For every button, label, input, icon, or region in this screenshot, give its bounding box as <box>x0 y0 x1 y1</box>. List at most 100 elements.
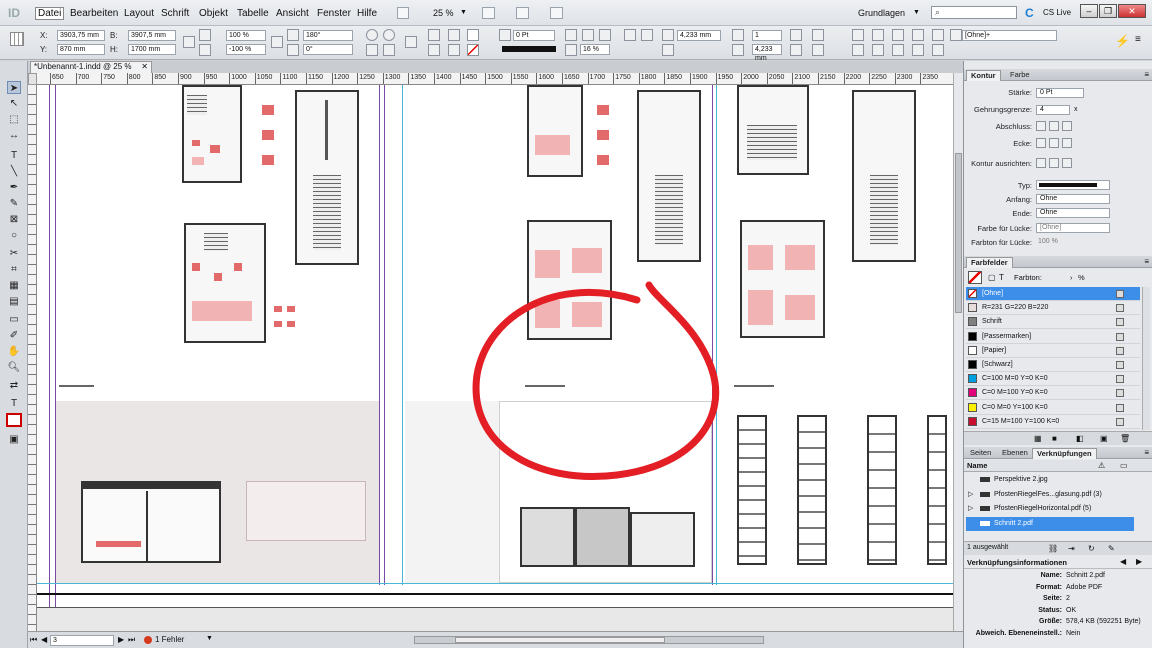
align-right-edges-icon[interactable] <box>932 29 944 41</box>
x-field[interactable]: 3903,75 mm <box>57 30 105 41</box>
gap-tint-value[interactable]: 100 % <box>1038 238 1058 245</box>
horizontal-ruler[interactable]: 650 700 750 800 850 900 950 1000 1050 1100 1150 120… <box>36 73 953 85</box>
swatch-item[interactable]: [Schwarz] <box>966 358 1140 372</box>
swatch-scrollbar[interactable] <box>1142 287 1150 430</box>
edit-original-icon[interactable]: ✎ <box>1108 544 1115 553</box>
tab-kontur[interactable]: Kontur <box>966 70 1001 81</box>
text-wrap-icon[interactable] <box>624 29 636 41</box>
y-field[interactable]: 870 mm <box>57 44 105 55</box>
trash-icon[interactable]: 🗑︎ <box>1120 434 1130 443</box>
tab-seiten[interactable]: Seiten <box>966 448 995 459</box>
gradient-feather-tool-icon[interactable]: ▤ <box>7 295 21 308</box>
swatch-item[interactable]: C=0 M=0 Y=100 K=0 <box>966 401 1140 415</box>
document-canvas[interactable] <box>37 85 953 631</box>
tab-verknuepfungen[interactable]: Verknüpfungen <box>1032 448 1097 459</box>
swatch-item[interactable]: Schrift <box>966 315 1140 330</box>
view-options-icon[interactable] <box>482 7 495 19</box>
swatch-item[interactable]: C=0 M=100 Y=0 K=0 <box>966 386 1140 401</box>
line-tool-icon[interactable]: ╲ <box>7 165 21 178</box>
scroll-thumb[interactable] <box>455 637 665 643</box>
chevron-down-icon[interactable]: ▼ <box>206 635 213 642</box>
fit-proportional-icon[interactable] <box>852 29 864 41</box>
direct-selection-tool-icon[interactable]: ↖ <box>7 97 21 110</box>
menu-fenster[interactable]: Fenster <box>317 8 351 19</box>
stroke-type-select[interactable] <box>1036 180 1110 190</box>
swatch-item[interactable]: [Ohne] <box>966 287 1140 301</box>
workspace-switcher[interactable]: Grundlagen <box>858 8 905 18</box>
cs-live-label[interactable]: CS Live <box>1043 8 1071 17</box>
panel-menu-icon[interactable]: ≡ <box>1144 257 1149 266</box>
scroll-thumb[interactable] <box>955 153 962 313</box>
align-left-edges-icon[interactable] <box>912 29 924 41</box>
tint-arrow-icon[interactable]: › <box>1070 273 1073 282</box>
align-stroke-inside-icon[interactable] <box>1049 158 1059 168</box>
zoom-tool-icon[interactable]: 🔍︎ <box>7 361 21 374</box>
chevron-down-icon[interactable]: ▼ <box>913 9 920 16</box>
page-tool-icon[interactable]: ⬚ <box>7 113 21 126</box>
show-gradient-swatches-icon[interactable]: ◧ <box>1076 434 1084 443</box>
center-content-icon[interactable] <box>892 29 904 41</box>
ruler-origin[interactable] <box>28 73 37 85</box>
rectangle-frame-tool-icon[interactable]: ⊠ <box>7 213 21 226</box>
flip-vertical-icon[interactable] <box>383 44 395 56</box>
menu-ansicht[interactable]: Ansicht <box>276 8 309 19</box>
menu-layout[interactable]: Layout <box>124 8 154 19</box>
fit-content-icon[interactable] <box>812 44 824 56</box>
stroke-icon[interactable] <box>448 44 460 56</box>
select-previous-icon[interactable] <box>428 29 440 41</box>
gutter-field[interactable]: 4,233 mm <box>752 44 782 62</box>
gap-field[interactable]: 4,233 mm <box>677 30 721 41</box>
align-center-icon[interactable] <box>790 44 802 56</box>
stroke-none-swatch[interactable] <box>467 44 479 56</box>
distribute-right-icon[interactable] <box>932 44 944 56</box>
page-number-field[interactable]: 3 <box>50 635 114 646</box>
show-color-swatches-icon[interactable]: ■ <box>1052 434 1057 443</box>
constrain-proportions-icon[interactable] <box>183 36 195 48</box>
close-button[interactable]: ✕ <box>1118 4 1146 18</box>
screen-mode-icon[interactable] <box>516 7 529 19</box>
next-link-icon[interactable]: ▶ <box>1136 557 1142 566</box>
lightning-icon[interactable]: ⚡ <box>1115 34 1130 48</box>
chevron-down-icon[interactable]: ▼ <box>460 9 467 16</box>
hand-tool-icon[interactable]: ✋ <box>7 345 21 358</box>
text-wrap-bbox-icon[interactable] <box>641 29 653 41</box>
search-input[interactable]: ⌕ <box>931 6 1017 19</box>
fx-icon[interactable] <box>599 29 611 41</box>
pen-tool-icon[interactable]: ✒ <box>7 181 21 194</box>
opacity-field[interactable]: 16 % <box>580 44 610 55</box>
relink-icon[interactable]: ⛓ <box>1048 544 1058 553</box>
align-stroke-outside-icon[interactable] <box>1062 158 1072 168</box>
free-transform-tool-icon[interactable]: ⌗ <box>7 263 21 276</box>
gradient-tool-icon[interactable]: ▦ <box>7 279 21 292</box>
scissors-tool-icon[interactable]: ✂ <box>7 247 21 260</box>
type-tool-icon[interactable]: T <box>7 149 21 162</box>
link-info-header[interactable]: Verknüpfungsinformationen ◀ ▶ <box>964 557 1152 569</box>
round-join-icon[interactable] <box>1049 138 1059 148</box>
menu-schrift[interactable]: Schrift <box>161 8 189 19</box>
link-item[interactable]: Perspektive 2.jpg <box>966 473 1134 487</box>
minimize-button[interactable]: – <box>1080 4 1098 18</box>
vertical-scrollbar[interactable] <box>953 73 963 631</box>
align-top-icon[interactable] <box>790 29 802 41</box>
arrange-documents-icon[interactable] <box>550 7 563 19</box>
formatting-container-icon[interactable]: ▢ <box>988 273 996 282</box>
fill-icon[interactable] <box>448 29 460 41</box>
select-next-icon[interactable] <box>428 44 440 56</box>
constrain-scale-icon[interactable] <box>271 36 283 48</box>
tab-ebenen[interactable]: Ebenen <box>998 448 1032 459</box>
menu-hilfe[interactable]: Hilfe <box>357 8 377 19</box>
apply-none-icon[interactable] <box>6 413 22 427</box>
shadow-icon[interactable] <box>582 29 594 41</box>
previous-page-icon[interactable]: ◀ <box>41 635 47 644</box>
first-page-icon[interactable]: ⏮ <box>30 635 37 645</box>
distribute-center-icon[interactable] <box>872 44 884 56</box>
note-tool-icon[interactable]: ▭ <box>7 313 21 326</box>
swatch-item[interactable]: C=15 M=100 Y=100 K=0 <box>966 415 1140 429</box>
preflight-status[interactable]: 1 Fehler <box>155 635 184 644</box>
menu-bearbeiten[interactable]: Bearbeiten <box>70 8 118 19</box>
swatch-item[interactable]: C=100 M=0 Y=0 K=0 <box>966 372 1140 387</box>
columns-field[interactable]: 1 <box>752 30 782 41</box>
new-swatch-icon[interactable]: ▣ <box>1100 434 1108 443</box>
eyedropper-tool-icon[interactable]: ✐ <box>7 329 21 342</box>
document-tab[interactable]: *Unbenannt-1.indd @ 25 % ✕ <box>30 61 152 73</box>
